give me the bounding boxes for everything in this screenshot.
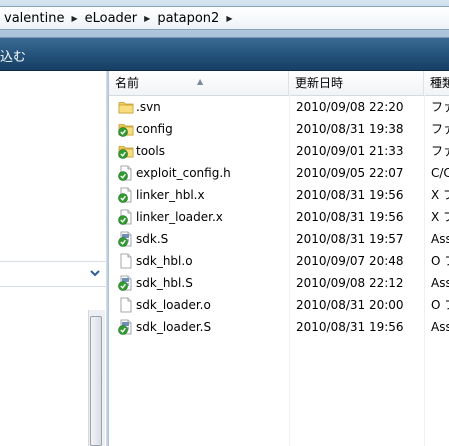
file-date: 2010/08/31 19:56 (296, 188, 404, 202)
file-date: 2010/08/31 19:56 (296, 320, 404, 334)
file-name: exploit_config.h (136, 166, 231, 180)
file-row[interactable]: .svn 2010/09/08 22:20 ファ (109, 96, 449, 118)
blank-file-icon (118, 253, 134, 269)
breadcrumb[interactable]: valentine ▶ eLoader ▶ patapon2 ▶ (0, 6, 449, 30)
file-date: 2010/09/01 21:33 (296, 144, 404, 158)
file-name: sdk_loader.S (136, 320, 212, 334)
file-check-icon (118, 165, 134, 181)
blank-file-icon (118, 297, 134, 313)
file-row[interactable]: sdk_loader.o 2010/08/31 20:00 O フ (109, 294, 449, 316)
file-name: sdk_loader.o (136, 298, 211, 312)
file-row[interactable]: exploit_config.h 2010/09/05 22:07 C/C (109, 162, 449, 184)
column-header-type[interactable]: 種類 (424, 71, 449, 95)
breadcrumb-separator-icon[interactable]: ▶ (141, 14, 153, 23)
file-type: X フ (431, 210, 449, 224)
file-type: O フ (431, 298, 449, 312)
column-header-date-label: 更新日時 (295, 76, 344, 90)
breadcrumb-item-valentine[interactable]: valentine (0, 11, 68, 26)
file-date: 2010/08/31 19:38 (296, 122, 404, 136)
file-type: O フ (431, 254, 449, 268)
file-list: 名前 ▲ 更新日時 種類 .svn2010/09/08 22:20ファconfi… (109, 71, 449, 446)
file-row[interactable]: sdk.S 2010/08/31 19:57 Ass (109, 228, 449, 250)
file-name: sdk_hbl.S (136, 276, 193, 290)
asm-file-check-icon (118, 275, 134, 291)
file-row[interactable]: tools 2010/09/01 21:33 ファ (109, 140, 449, 162)
address-bar: valentine ▶ eLoader ▶ patapon2 ▶ (0, 0, 449, 38)
file-name: sdk.S (136, 232, 169, 246)
chevron-down-icon[interactable] (88, 267, 102, 281)
file-type: X フ (431, 188, 449, 202)
breadcrumb-item-eloader[interactable]: eLoader (81, 11, 142, 26)
file-row[interactable]: config 2010/08/31 19:38 ファ (109, 118, 449, 140)
file-name: .svn (136, 100, 161, 114)
asm-file-check-icon (118, 231, 134, 247)
file-type: ファ (431, 144, 449, 158)
folder-check-icon (118, 121, 134, 137)
column-header-name[interactable]: 名前 ▲ (109, 71, 289, 95)
breadcrumb-separator-icon[interactable]: ▶ (68, 14, 80, 23)
file-type: C/C (431, 166, 449, 180)
asm-file-check-icon (118, 319, 134, 335)
nav-divider (0, 261, 106, 262)
file-name: tools (136, 144, 165, 158)
file-row[interactable]: linker_loader.x 2010/08/31 19:56 X フ (109, 206, 449, 228)
file-row[interactable]: linker_hbl.x 2010/08/31 19:56 X フ (109, 184, 449, 206)
file-date: 2010/08/31 20:00 (296, 298, 404, 312)
column-header-date[interactable]: 更新日時 (289, 71, 424, 95)
file-name: linker_hbl.x (136, 188, 205, 202)
file-type: ファ (431, 100, 449, 114)
file-name: linker_loader.x (136, 210, 223, 224)
file-date: 2010/09/08 22:12 (296, 276, 404, 290)
breadcrumb-separator-icon[interactable]: ▶ (223, 14, 235, 23)
toolbar-button-label[interactable]: 込む (0, 46, 26, 65)
column-header-type-label: 種類 (430, 76, 449, 90)
breadcrumb-item-patapon2[interactable]: patapon2 (153, 11, 223, 26)
file-name: sdk_hbl.o (136, 254, 193, 268)
file-row[interactable]: sdk_hbl.S 2010/09/08 22:12 Ass (109, 272, 449, 294)
file-type: Ass (431, 232, 449, 246)
nav-scrollbar-thumb[interactable] (90, 316, 102, 446)
file-row[interactable]: sdk_hbl.o 2010/09/07 20:48 O フ (109, 250, 449, 272)
nav-divider (0, 286, 106, 287)
file-date: 2010/09/08 22:20 (296, 100, 404, 114)
toolbar: 込む (0, 38, 449, 71)
file-date: 2010/08/31 19:57 (296, 232, 404, 246)
column-header-row: 名前 ▲ 更新日時 種類 (109, 71, 449, 96)
sort-ascending-icon: ▲ (197, 77, 204, 86)
column-header-name-label: 名前 (115, 76, 140, 90)
file-type: ファ (431, 122, 449, 136)
folder-check-icon (118, 143, 134, 159)
file-date: 2010/09/05 22:07 (296, 166, 404, 180)
file-type: Ass (431, 320, 449, 334)
file-check-icon (118, 209, 134, 225)
folder-icon (118, 99, 134, 115)
file-date: 2010/09/07 20:48 (296, 254, 404, 268)
file-check-icon (118, 187, 134, 203)
file-date: 2010/08/31 19:56 (296, 210, 404, 224)
file-name: config (136, 122, 173, 136)
file-row[interactable]: sdk_loader.S 2010/08/31 19:56 Ass (109, 316, 449, 338)
file-type: Ass (431, 276, 449, 290)
